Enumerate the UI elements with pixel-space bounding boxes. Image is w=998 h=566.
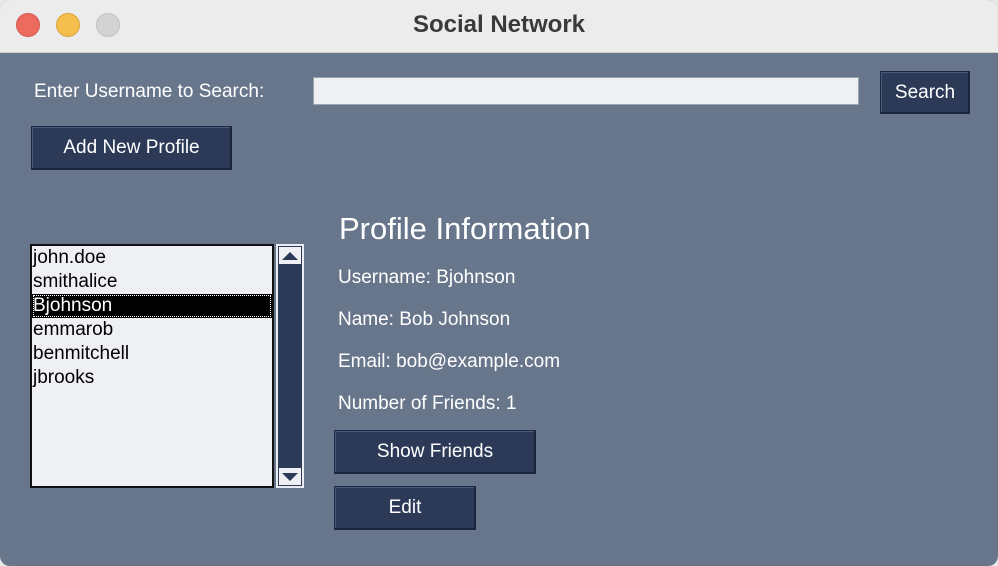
list-item[interactable]: benmitchell (32, 342, 272, 366)
profile-listbox[interactable]: john.doe smithalice Bjohnson emmarob ben… (30, 244, 274, 488)
show-friends-button[interactable]: Show Friends (334, 430, 536, 474)
search-button[interactable]: Search (880, 71, 970, 114)
main-content: Enter Username to Search: Search Add New… (0, 53, 998, 566)
title-bar: Social Network (0, 0, 998, 53)
profile-friend-count: Number of Friends: 1 (338, 393, 517, 414)
list-item[interactable]: jbrooks (32, 366, 272, 390)
search-label: Enter Username to Search: (34, 81, 265, 102)
list-item[interactable]: emmarob (32, 318, 272, 342)
scroll-up-button[interactable] (279, 247, 301, 264)
list-item[interactable]: john.doe (32, 246, 272, 270)
list-scrollbar[interactable] (276, 244, 304, 488)
app-window: Social Network Enter Username to Search:… (0, 0, 998, 566)
profile-email: Email: bob@example.com (338, 351, 561, 372)
window-title: Social Network (412, 11, 586, 38)
triangle-up-icon (282, 251, 298, 260)
edit-button[interactable]: Edit (334, 486, 476, 530)
profile-heading: Profile Information (339, 211, 591, 246)
list-item[interactable]: smithalice (32, 270, 272, 294)
list-item-selected[interactable]: Bjohnson (32, 294, 272, 318)
triangle-down-icon (282, 472, 298, 481)
profile-username: Username: Bjohnson (338, 267, 516, 288)
search-input[interactable] (313, 77, 859, 105)
add-new-profile-button[interactable]: Add New Profile (31, 126, 232, 170)
scroll-down-button[interactable] (279, 468, 301, 485)
profile-name: Name: Bob Johnson (338, 309, 511, 330)
